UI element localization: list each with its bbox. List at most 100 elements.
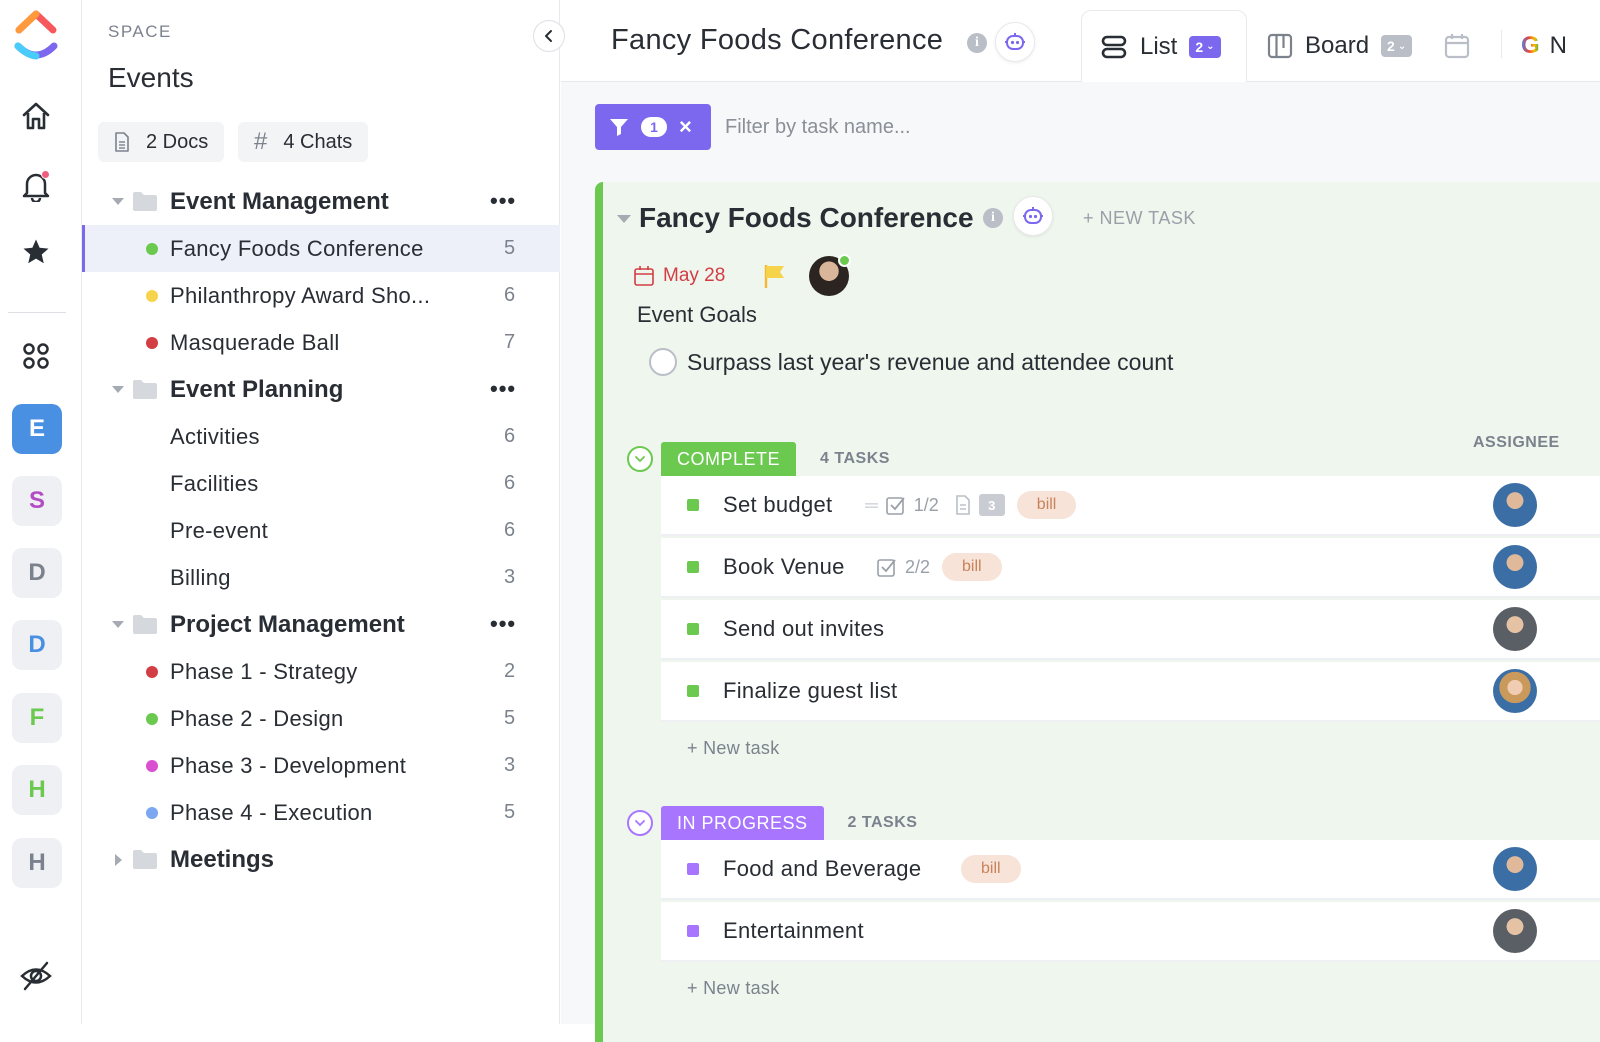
apps-grid-icon[interactable]: [16, 336, 56, 376]
new-task-button[interactable]: + New task: [687, 738, 780, 759]
tab-google-partial[interactable]: G N: [1511, 10, 1577, 82]
task-name[interactable]: Finalize guest list: [723, 678, 897, 704]
chats-chip[interactable]: # 4 Chats: [238, 122, 369, 162]
sidebar-list-item[interactable]: Philanthropy Award Sho... 6: [82, 272, 560, 319]
task-row[interactable]: Entertainment: [661, 902, 1600, 962]
checklist-icon[interactable]: [877, 557, 897, 577]
folder-more-icon[interactable]: •••: [490, 188, 516, 214]
task-status-square[interactable]: [687, 561, 699, 573]
assignee-avatar[interactable]: [1493, 847, 1537, 891]
group-collapse-chevron-icon[interactable]: [627, 446, 653, 472]
clear-filter-icon[interactable]: ×: [679, 116, 692, 138]
due-date[interactable]: May 28: [663, 265, 725, 287]
task-row[interactable]: Food and Beverage bill: [661, 840, 1600, 900]
tab-board[interactable]: Board 2 ⌄: [1249, 10, 1430, 82]
priority-flag-icon[interactable]: [763, 263, 787, 289]
assignee-avatar[interactable]: [1493, 545, 1537, 589]
tab-board-badge[interactable]: 2 ⌄: [1381, 35, 1413, 57]
sidebar-list-item[interactable]: Phase 2 - Design 5: [82, 695, 560, 742]
task-name[interactable]: Entertainment: [723, 918, 864, 944]
workspace-avatar[interactable]: D: [12, 620, 62, 670]
attachment-doc-icon[interactable]: [955, 495, 971, 515]
docs-chip[interactable]: 2 Docs: [98, 122, 225, 162]
task-row[interactable]: Set budget ═ 1/2 3 bill: [661, 476, 1600, 536]
folder-caret-icon[interactable]: [112, 621, 124, 628]
collapse-list-caret-icon[interactable]: [617, 215, 631, 223]
group-collapse-chevron-icon[interactable]: [627, 810, 653, 836]
workspace-avatar[interactable]: S: [12, 476, 62, 526]
sidebar-list-item[interactable]: Phase 4 - Execution 5: [82, 789, 560, 836]
status-group-header: IN PROGRESS 2 TASKS: [627, 806, 917, 840]
task-tag[interactable]: bill: [942, 553, 1002, 581]
sidebar-list-item[interactable]: Activities 6: [82, 413, 560, 460]
new-task-button[interactable]: + New task: [687, 978, 780, 999]
filter-button[interactable]: 1 ×: [595, 104, 711, 150]
workspace-avatar[interactable]: F: [12, 693, 62, 743]
folder-row[interactable]: Meetings: [82, 836, 560, 883]
list-info-icon[interactable]: i: [983, 208, 1003, 228]
task-row[interactable]: Book Venue 2/2 bill: [661, 538, 1600, 598]
folder-caret-icon[interactable]: [115, 853, 122, 866]
assignee-column-header[interactable]: ASSIGNEE: [1473, 434, 1560, 452]
list-ai-bot-icon[interactable]: [1013, 196, 1053, 236]
sidebar-list-item[interactable]: Phase 1 - Strategy 2: [82, 648, 560, 695]
task-status-square[interactable]: [687, 863, 699, 875]
task-row[interactable]: Finalize guest list: [661, 662, 1600, 722]
task-status-square[interactable]: [687, 623, 699, 635]
folder-row[interactable]: Event Planning •••: [82, 366, 560, 413]
sidebar-list-item[interactable]: Pre-event 6: [82, 507, 560, 554]
task-name[interactable]: Set budget: [723, 492, 832, 518]
folder-caret-icon[interactable]: [112, 386, 124, 393]
task-status-square[interactable]: [687, 499, 699, 511]
task-status-square[interactable]: [687, 685, 699, 697]
assignee-avatar[interactable]: [1493, 669, 1537, 713]
task-name[interactable]: Food and Beverage: [723, 856, 921, 882]
status-pill[interactable]: IN PROGRESS: [661, 806, 824, 840]
sidebar-list-item[interactable]: Masquerade Ball 7: [82, 319, 560, 366]
notifications-bell-icon[interactable]: [16, 166, 56, 206]
folder-row[interactable]: Event Management •••: [82, 178, 560, 225]
due-date-calendar-icon[interactable]: [633, 265, 655, 287]
tab-list[interactable]: List 2 ⌄: [1081, 10, 1247, 83]
owner-avatar[interactable]: [809, 254, 852, 296]
task-name[interactable]: Send out invites: [723, 616, 884, 642]
hide-eye-slash-icon[interactable]: [16, 956, 56, 996]
favorites-star-icon[interactable]: [16, 232, 56, 272]
info-icon[interactable]: i: [967, 33, 987, 53]
goal-checkbox[interactable]: [649, 348, 677, 376]
home-icon[interactable]: [16, 96, 56, 136]
task-row[interactable]: Send out invites: [661, 600, 1600, 660]
task-status-square[interactable]: [687, 925, 699, 937]
workspace-avatar[interactable]: D: [12, 548, 62, 598]
workspace-avatar[interactable]: H: [12, 765, 62, 815]
tab-calendar[interactable]: [1433, 10, 1481, 82]
assignee-avatar[interactable]: [1493, 607, 1537, 651]
collapse-sidebar-button[interactable]: [533, 20, 565, 52]
list-color-dot: [146, 759, 158, 772]
folder-more-icon[interactable]: •••: [490, 376, 516, 402]
folder-row[interactable]: Project Management •••: [82, 601, 560, 648]
sidebar-list-item[interactable]: Fancy Foods Conference 5: [82, 225, 560, 272]
filter-task-name-input[interactable]: [725, 106, 1225, 148]
page-title: Fancy Foods Conference: [611, 24, 944, 56]
list-task-count: 6: [504, 425, 516, 447]
task-tag[interactable]: bill: [1016, 491, 1077, 519]
sidebar-list-item[interactable]: Billing 3: [82, 554, 560, 601]
task-tag[interactable]: bill: [961, 855, 1021, 883]
folder-caret-icon[interactable]: [112, 198, 124, 205]
ai-bot-icon[interactable]: [995, 22, 1035, 62]
task-name[interactable]: Book Venue: [723, 554, 845, 580]
workspace-avatar[interactable]: E: [12, 404, 62, 454]
folder-more-icon[interactable]: •••: [490, 611, 516, 637]
list-name: Facilities: [170, 470, 259, 496]
assignee-avatar[interactable]: [1493, 483, 1537, 527]
checklist-icon[interactable]: [885, 495, 906, 515]
tab-list-badge[interactable]: 2 ⌄: [1189, 35, 1221, 58]
assignee-avatar[interactable]: [1493, 909, 1537, 953]
clickup-logo-icon[interactable]: [13, 8, 59, 64]
sidebar-list-item[interactable]: Facilities 6: [82, 460, 560, 507]
sidebar-list-item[interactable]: Phase 3 - Development 3: [82, 742, 560, 789]
new-task-header-button[interactable]: + NEW TASK: [1083, 208, 1196, 229]
workspace-avatar[interactable]: H: [12, 838, 62, 888]
status-pill[interactable]: COMPLETE: [661, 442, 797, 476]
